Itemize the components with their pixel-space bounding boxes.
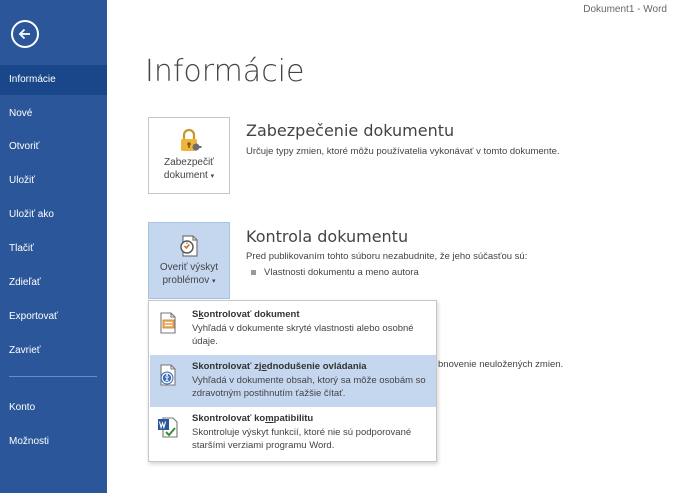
- menu-item-title: Skontrolovať kompatibilitu: [192, 413, 313, 424]
- accessibility-checker-icon: [160, 364, 176, 386]
- inspect-heading: Kontrola dokumentu: [246, 227, 409, 246]
- inspect-tile-label-2: problémov ▾: [149, 274, 229, 288]
- nav-item-informacie[interactable]: Informácie: [0, 65, 107, 95]
- bullet-square-icon: [251, 269, 256, 275]
- title-accesskey: m: [265, 413, 274, 424]
- page-title: Informácie: [145, 54, 305, 89]
- title-part: Skontrolovať zj: [192, 361, 262, 372]
- menu-item-check-accessibility[interactable]: Skontrolovať zjednodušenie ovládania Vyh…: [150, 355, 436, 407]
- protect-tile-label-2: dokument ▾: [149, 169, 229, 183]
- menu-item-inspect-document[interactable]: Skontrolovať dokument Vyhľadá v dokument…: [150, 303, 436, 355]
- check-issues-menu: Skontrolovať dokument Vyhľadá v dokument…: [148, 300, 437, 462]
- title-part: Skontrolovať ko: [192, 413, 266, 424]
- menu-item-title: Skontrolovať dokument: [192, 309, 300, 320]
- lock-key-icon: [181, 128, 202, 151]
- document-check-icon: [180, 235, 198, 257]
- nav-item-zavriet[interactable]: Zavrieť: [0, 336, 107, 366]
- nav-item-ulozit-ako[interactable]: Uložiť ako: [0, 200, 107, 230]
- menu-item-description: Skontroluje výskyt funkcií, ktoré nie sú…: [192, 427, 412, 451]
- nav-item-konto[interactable]: Konto: [0, 393, 107, 423]
- menu-item-title: Skontrolovať zjednodušenie ovládania: [192, 361, 367, 372]
- protect-tile-label-1: Zabezpečiť: [164, 157, 214, 168]
- menu-item-description: Vyhľadá v dokumente obsah, ktorý sa môže…: [192, 375, 426, 399]
- nav-item-zdielat[interactable]: Zdieľať: [0, 268, 107, 298]
- chevron-down-icon: ▾: [211, 278, 216, 285]
- menu-item-check-compatibility[interactable]: Skontrolovať kompatibilitu Skontroluje v…: [150, 407, 436, 459]
- versions-description-partial: bnovenie neuložených zmien.: [438, 359, 564, 370]
- protect-description: Určuje typy zmien, ktoré môžu používatel…: [246, 146, 560, 157]
- protect-document-button[interactable]: Zabezpečiť dokument ▾: [148, 117, 230, 194]
- inspect-tile-label-2-text: problémov: [162, 275, 210, 286]
- title-part: patibilitu: [273, 413, 314, 424]
- inspect-description: Pred publikovaním tohto súboru nezabudni…: [246, 251, 528, 262]
- backstage-sidebar: Informácie Nové Otvoriť Uložiť Uložiť ak…: [0, 0, 107, 493]
- window-title: Dokument1 - Word: [583, 4, 667, 15]
- inspect-bullet-item: Vlastnosti dokumentu a meno autora: [251, 267, 419, 278]
- nav-item-otvorit[interactable]: Otvoriť: [0, 132, 107, 162]
- nav-item-tlacit[interactable]: Tlačiť: [0, 234, 107, 264]
- nav-item-nove[interactable]: Nové: [0, 99, 107, 129]
- protect-tile-label-2-text: dokument: [163, 170, 208, 181]
- inspect-document-icon: [160, 312, 176, 334]
- chevron-down-icon: ▾: [210, 173, 215, 180]
- title-part: ontrolovať dokument: [203, 309, 300, 320]
- menu-item-description: Vyhľadá v dokumente skryté vlastnosti al…: [192, 323, 414, 347]
- nav-item-moznosti[interactable]: Možnosti: [0, 427, 107, 457]
- arrow-left-icon: [18, 28, 30, 40]
- inspect-tile-label-1: Overiť výskyt: [159, 262, 219, 273]
- protect-heading: Zabezpečenie dokumentu: [246, 121, 455, 140]
- back-button[interactable]: [11, 20, 39, 48]
- check-for-issues-button[interactable]: Overiť výskyt problémov ▾: [148, 222, 230, 299]
- nav-item-ulozit[interactable]: Uložiť: [0, 166, 107, 196]
- nav-item-exportovat[interactable]: Exportovať: [0, 302, 107, 332]
- title-part: dnodušenie ovládania: [266, 361, 367, 372]
- nav-divider: [9, 376, 97, 377]
- word-compatibility-icon: [158, 417, 178, 438]
- inspect-bullet-text: Vlastnosti dokumentu a meno autora: [264, 267, 419, 278]
